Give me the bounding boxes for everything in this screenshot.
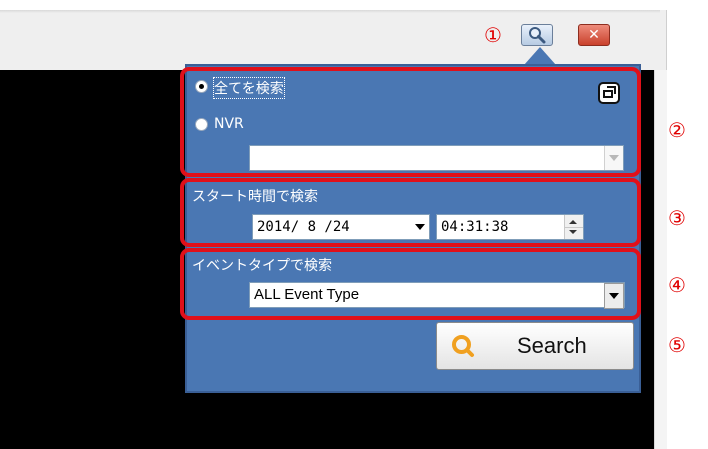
- highlight-search-target: [180, 67, 641, 177]
- callout-2: ②: [668, 118, 686, 142]
- window-top-edge: [0, 10, 660, 13]
- popup-pointer: [524, 47, 556, 65]
- search-button[interactable]: Search: [436, 322, 634, 370]
- magnifier-icon: [529, 27, 546, 44]
- callout-4: ④: [668, 273, 686, 297]
- window-right-strip: [654, 70, 667, 449]
- callout-5: ⑤: [668, 333, 686, 357]
- close-icon: ✕: [588, 27, 600, 43]
- search-icon: [452, 335, 474, 357]
- highlight-start-time: [180, 178, 641, 247]
- search-toggle-button[interactable]: [521, 24, 553, 46]
- close-button[interactable]: ✕: [578, 24, 610, 46]
- search-button-label: Search: [517, 333, 587, 358]
- highlight-event-type: [180, 248, 641, 320]
- callout-3: ③: [668, 206, 686, 230]
- callout-1: ①: [484, 23, 502, 47]
